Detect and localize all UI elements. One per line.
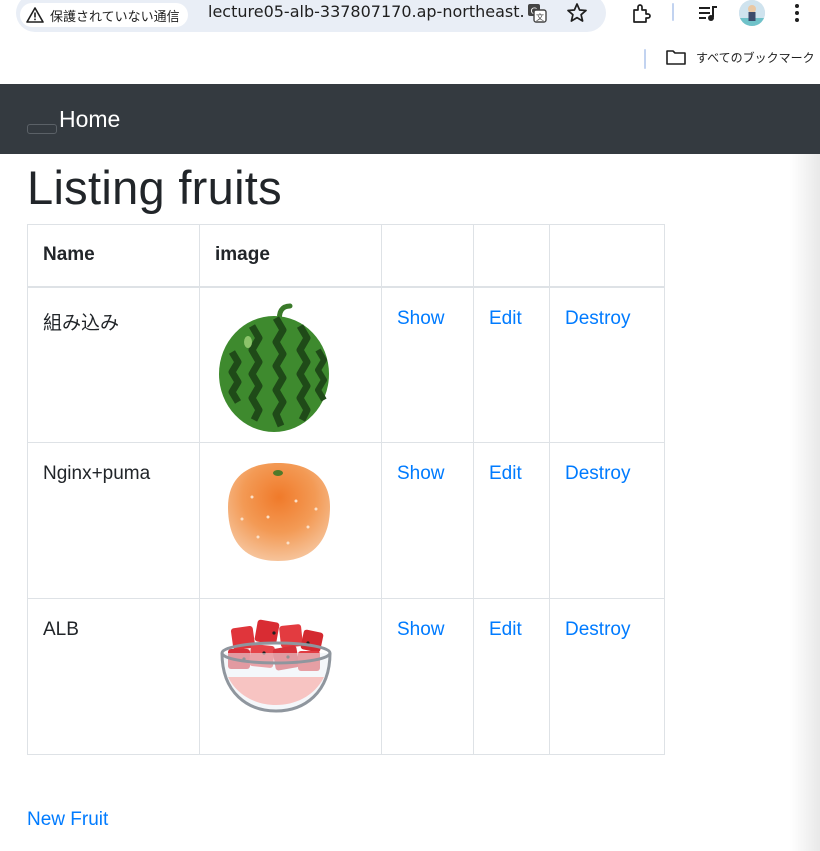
destroy-link[interactable]: Destroy bbox=[565, 463, 630, 484]
watermelon-bowl-image bbox=[220, 619, 332, 713]
table-row: Nginx+puma Show Edit Destroy bbox=[27, 442, 665, 599]
table-row: 組み込み Show Edit Destroy bbox=[27, 286, 665, 443]
navbar-toggler-button[interactable] bbox=[27, 124, 57, 134]
orange-image bbox=[228, 463, 330, 561]
svg-text:文: 文 bbox=[536, 12, 544, 22]
extensions-icon[interactable] bbox=[628, 0, 654, 26]
scroll-edge-shadow bbox=[790, 154, 820, 851]
header-edit bbox=[473, 224, 550, 288]
edit-link[interactable]: Edit bbox=[489, 308, 522, 329]
security-label: 保護されていない通信 bbox=[50, 9, 180, 25]
menu-kebab-icon[interactable] bbox=[784, 0, 810, 26]
edit-link[interactable]: Edit bbox=[489, 463, 522, 484]
fruit-image-cell bbox=[199, 442, 382, 599]
fruit-name: 組み込み bbox=[27, 286, 200, 443]
show-link[interactable]: Show bbox=[397, 463, 445, 484]
browser-chrome: 保護されていない通信 lecture05-alb-337807170.ap-no… bbox=[0, 0, 820, 84]
header-name: Name bbox=[27, 224, 200, 288]
all-bookmarks-label: すべてのブックマーク bbox=[696, 50, 815, 65]
translate-icon[interactable]: G 文 bbox=[524, 0, 550, 26]
fruits-table: Name image 組み込み Show Edit Destroy Nginx+… bbox=[27, 224, 665, 755]
toolbar-divider bbox=[672, 3, 674, 21]
show-link[interactable]: Show bbox=[397, 308, 445, 329]
destroy-link[interactable]: Destroy bbox=[565, 619, 630, 640]
warning-icon bbox=[26, 7, 44, 23]
navbar: Home bbox=[0, 84, 820, 154]
profile-avatar[interactable] bbox=[739, 0, 765, 26]
fruit-name: ALB bbox=[27, 598, 200, 755]
folder-icon bbox=[666, 50, 686, 65]
edit-link[interactable]: Edit bbox=[489, 619, 522, 640]
table-header-row: Name image bbox=[27, 224, 665, 288]
address-bar[interactable]: 保護されていない通信 lecture05-alb-337807170.ap-no… bbox=[16, 0, 606, 32]
bookmarks-divider bbox=[644, 49, 646, 69]
show-link[interactable]: Show bbox=[397, 619, 445, 640]
header-show bbox=[381, 224, 474, 288]
header-destroy bbox=[549, 224, 665, 288]
page-title: Listing fruits bbox=[27, 161, 282, 214]
table-row: ALB Show Edit Destroy bbox=[27, 598, 665, 755]
security-chip[interactable]: 保護されていない通信 bbox=[20, 3, 188, 27]
new-fruit-link[interactable]: New Fruit bbox=[27, 809, 108, 831]
url-text[interactable]: lecture05-alb-337807170.ap-northeast... bbox=[208, 2, 523, 21]
bookmark-star-icon[interactable] bbox=[564, 0, 590, 26]
destroy-link[interactable]: Destroy bbox=[565, 308, 630, 329]
media-playlist-icon[interactable] bbox=[695, 0, 721, 26]
header-image: image bbox=[199, 224, 382, 288]
navbar-brand-home[interactable]: Home bbox=[59, 106, 120, 133]
fruit-image-cell bbox=[199, 598, 382, 755]
fruit-image-cell bbox=[199, 286, 382, 443]
watermelon-image bbox=[219, 303, 329, 432]
all-bookmarks-button[interactable]: すべてのブックマーク bbox=[665, 48, 815, 66]
fruit-name: Nginx+puma bbox=[27, 442, 200, 599]
